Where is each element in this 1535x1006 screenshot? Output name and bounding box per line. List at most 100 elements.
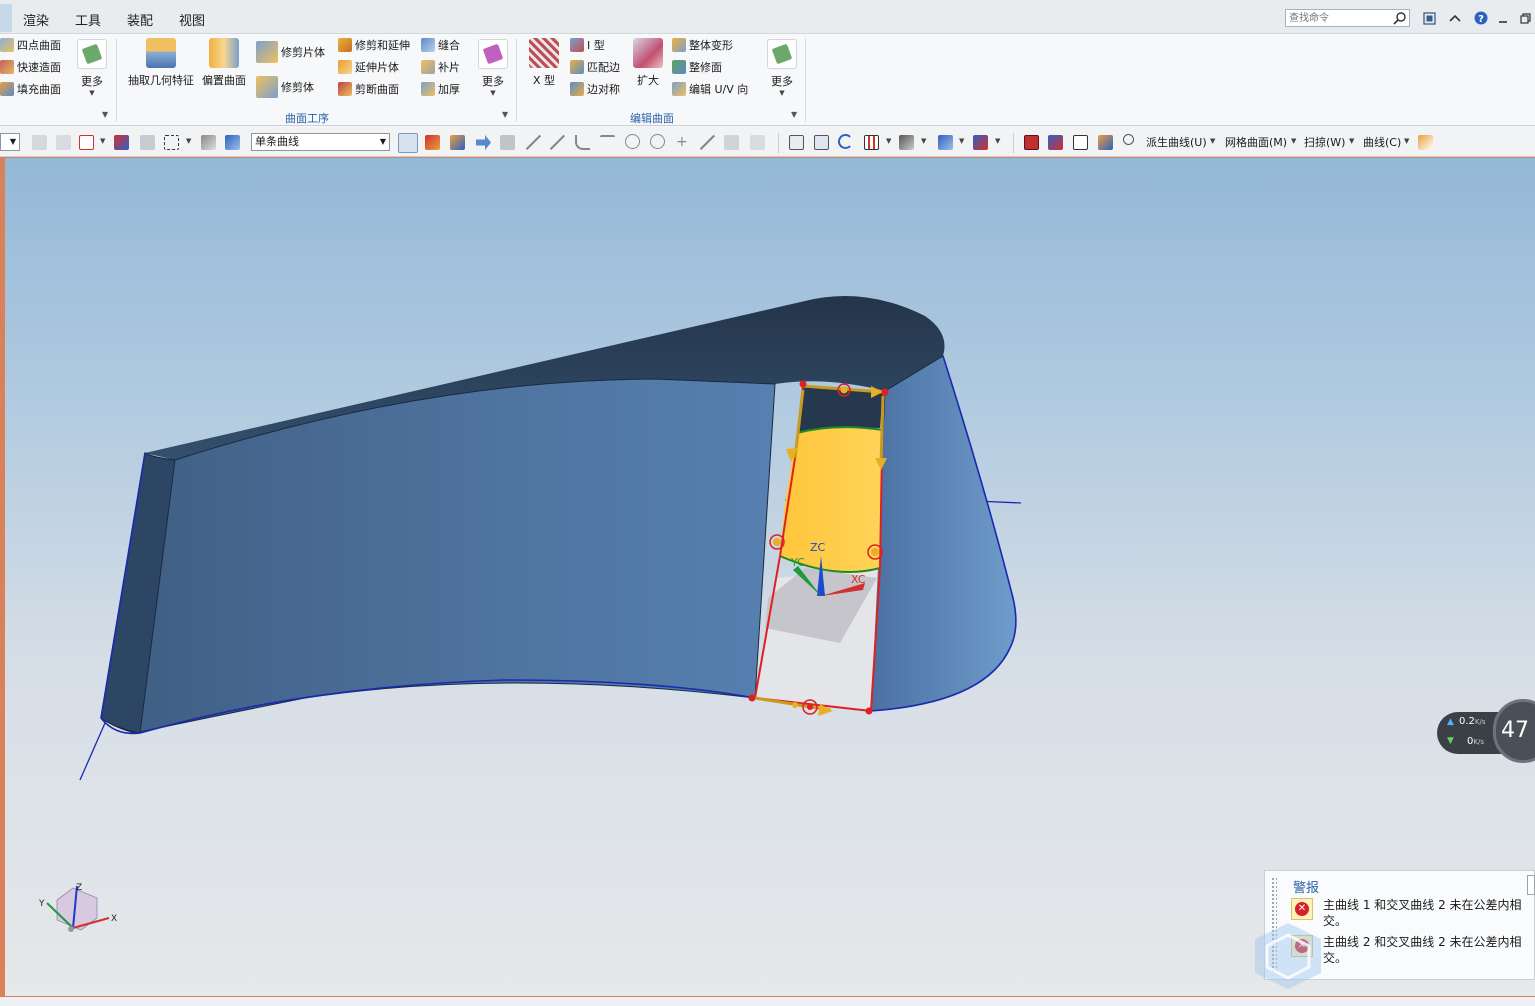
chevron-down-icon[interactable]: ▼ (1291, 137, 1296, 145)
edit-uv-button[interactable]: 编辑 U/V 向 (672, 81, 748, 97)
vertex-point[interactable] (748, 694, 756, 702)
chevron-down-icon[interactable]: ▼ (1349, 137, 1354, 145)
group2-more-button[interactable]: 更多 ▼ (474, 39, 512, 97)
chevron-down-icon[interactable]: ▼ (100, 137, 105, 145)
vertex-point[interactable] (881, 388, 889, 396)
divide-face-button[interactable]: 剪断曲面 (338, 81, 399, 97)
enlarge-button[interactable]: 扩大 (630, 38, 666, 88)
follow-fillet-icon[interactable] (425, 135, 440, 150)
point-on-face-icon[interactable] (724, 135, 739, 150)
x-type-button[interactable]: X 型 (526, 38, 562, 88)
chevron-down-icon[interactable]: ▼ (886, 137, 891, 145)
group3-expand-icon[interactable]: ▼ (791, 110, 797, 119)
feature-curves-icon[interactable] (450, 135, 465, 150)
show-hide-icon[interactable] (1024, 135, 1039, 150)
vertex-point[interactable] (865, 707, 873, 715)
handle-dot[interactable] (871, 548, 879, 556)
vertex-point[interactable] (799, 380, 807, 388)
sweep-menu[interactable]: 扫掠(W) (1304, 134, 1345, 150)
orient-view-icon[interactable] (864, 135, 879, 150)
curve-from-body-icon[interactable] (1098, 135, 1113, 150)
rectangle-select-icon[interactable] (164, 135, 179, 150)
chevron-down-icon[interactable]: ▼ (959, 137, 964, 145)
stop-at-intersection-icon[interactable] (398, 133, 418, 153)
restore-icon[interactable] (1517, 10, 1533, 26)
alert-scroll-handle[interactable] (1527, 875, 1535, 895)
match-edge-button[interactable]: 匹配边 (570, 59, 620, 75)
group1-more-button[interactable]: 更多 ▼ (73, 39, 111, 97)
sketch-icon[interactable] (1418, 135, 1433, 150)
snap-grid-icon[interactable] (500, 135, 515, 150)
curve-menu[interactable]: 曲线(C) (1363, 134, 1401, 150)
extract-geometry-button[interactable]: 抽取几何特征 (126, 38, 196, 88)
view-triad[interactable]: Z X Y (38, 883, 117, 932)
cursor-icon[interactable] (140, 135, 155, 150)
section-view-icon[interactable] (973, 135, 988, 150)
select-body-icon[interactable] (201, 135, 216, 150)
trim-sheet-button[interactable]: 修剪片体 (256, 41, 325, 63)
derived-curve-menu[interactable]: 派生曲线(U) (1146, 134, 1207, 150)
fit-view-icon[interactable] (789, 135, 804, 150)
control-point-icon[interactable] (575, 135, 590, 150)
edge-symmetry-button[interactable]: 边对称 (570, 81, 620, 97)
filter-off-icon[interactable] (56, 135, 71, 150)
help-icon[interactable]: ? (1473, 10, 1489, 26)
select-face-icon[interactable] (225, 135, 240, 150)
render-style-icon[interactable] (899, 135, 914, 150)
group2-expand-icon[interactable]: ▼ (502, 110, 508, 119)
existing-point-icon[interactable]: + (676, 135, 691, 150)
quadrant-point-icon[interactable] (650, 134, 665, 149)
right-surface[interactable] (869, 355, 1017, 712)
layer-icon[interactable] (1073, 135, 1088, 150)
i-type-button[interactable]: I 型 (570, 37, 605, 53)
rotate-icon[interactable] (838, 134, 853, 149)
arc-center-icon[interactable] (625, 134, 640, 149)
chevron-down-icon[interactable]: ▼ (1210, 137, 1215, 145)
bounded-grid-icon[interactable] (750, 135, 765, 150)
minimize-icon[interactable] (1495, 10, 1511, 26)
menu-assembly[interactable]: 装配 (127, 10, 153, 29)
sew-button[interactable]: 缝合 (421, 37, 460, 53)
chevron-down-icon[interactable]: ▼ (1404, 137, 1409, 145)
window-restore-icon[interactable] (1421, 10, 1437, 26)
menu-tools[interactable]: 工具 (75, 10, 101, 29)
handle-dot[interactable] (773, 538, 781, 546)
front-surface[interactable] (100, 378, 776, 734)
search-icon[interactable] (1393, 11, 1407, 25)
point-on-curve-icon[interactable] (700, 135, 715, 150)
chevron-down-icon[interactable]: ▼ (921, 137, 926, 145)
handle-dot[interactable] (840, 386, 848, 394)
chevron-down-icon[interactable]: ▼ (995, 137, 1000, 145)
trim-extend-button[interactable]: 修剪和延伸 (338, 37, 410, 53)
menu-view[interactable]: 视图 (179, 10, 205, 29)
patch-button[interactable]: 补片 (421, 59, 460, 75)
filter-icon[interactable] (32, 135, 47, 150)
group1-expand-icon[interactable]: ▼ (102, 110, 108, 119)
quick-surface-button[interactable]: 快速造面 (0, 59, 61, 75)
command-search[interactable] (1285, 9, 1410, 27)
global-shaping-button[interactable]: 整体变形 (672, 37, 733, 53)
mid-point-icon[interactable] (550, 135, 565, 150)
type-filter-dropdown[interactable]: ▼ (0, 133, 20, 151)
point-icon[interactable] (1123, 134, 1134, 145)
zoom-icon[interactable] (814, 135, 829, 150)
chevron-down-icon[interactable]: ▼ (186, 137, 191, 145)
handle-dot[interactable] (792, 702, 798, 708)
fill-surface-button[interactable]: 填充曲面 (0, 81, 61, 97)
menu-render[interactable]: 渲染 (23, 10, 49, 29)
command-search-input[interactable] (1286, 10, 1386, 26)
extend-sheet-button[interactable]: 延伸片体 (338, 59, 399, 75)
refit-face-button[interactable]: 整修面 (672, 59, 722, 75)
four-point-surface-button[interactable]: 四点曲面 (0, 37, 61, 53)
end-point-icon[interactable] (526, 135, 541, 150)
snap-point-icon[interactable] (114, 135, 129, 150)
group3-more-button[interactable]: 更多 ▼ (763, 39, 801, 97)
offset-surface-button[interactable]: 偏置曲面 (200, 38, 248, 88)
collapse-ribbon-icon[interactable] (1447, 10, 1463, 26)
thicken-button[interactable]: 加厚 (421, 81, 460, 97)
handle-dot[interactable] (807, 704, 813, 710)
curve-rule-dropdown[interactable]: 单条曲线 ▼ (251, 133, 390, 151)
trim-body-button[interactable]: 修剪体 (256, 76, 314, 98)
intersection-point-icon[interactable] (600, 135, 615, 150)
shaded-view-icon[interactable] (938, 135, 953, 150)
